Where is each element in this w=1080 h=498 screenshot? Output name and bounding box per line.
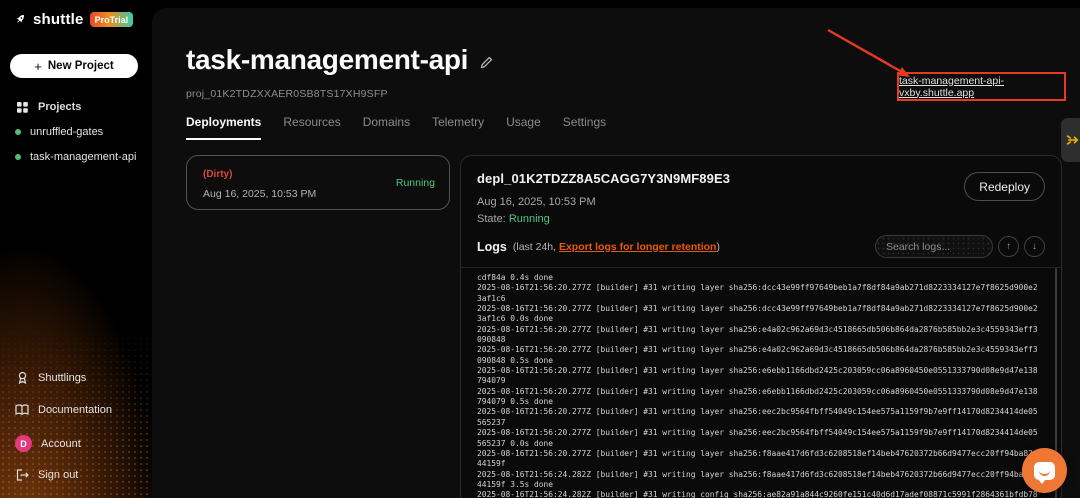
logs-note-prefix: (last 24h, bbox=[513, 241, 559, 253]
sparkle-arrow-icon bbox=[1066, 133, 1080, 147]
brand-name: shuttle bbox=[33, 11, 84, 28]
tab-domains[interactable]: Domains bbox=[363, 115, 410, 140]
sidebar-project-unruffled-gates[interactable]: unruffled-gates bbox=[15, 126, 103, 138]
sidebar-project-task-management-api[interactable]: task-management-api bbox=[15, 151, 136, 163]
app-url-annotation-box: task-management-api-vxby.shuttle.app bbox=[897, 72, 1066, 101]
deployment-state: Running bbox=[396, 177, 435, 189]
sidebar-item-signout[interactable]: Sign out bbox=[15, 469, 78, 481]
grid-icon bbox=[15, 102, 29, 113]
tab-deployments[interactable]: Deployments bbox=[186, 115, 261, 140]
tab-usage[interactable]: Usage bbox=[506, 115, 541, 140]
chat-launcher-button[interactable] bbox=[1022, 448, 1067, 493]
account-label: Account bbox=[41, 438, 81, 450]
log-line: 2025-08-16T21:56:20.277Z [builder] #31 w… bbox=[477, 387, 1040, 408]
tab-telemetry[interactable]: Telemetry bbox=[432, 115, 484, 140]
sidebar-item-shuttlings[interactable]: Shuttlings bbox=[15, 371, 86, 385]
logs-header-row: Logs (last 24h, Export logs for longer r… bbox=[477, 235, 1045, 258]
deployment-date: Aug 16, 2025, 10:53 PM bbox=[203, 188, 316, 200]
project-id: proj_01K2TDZXXAER0SB8TS17XH9SFP bbox=[186, 88, 388, 100]
log-line: 2025-08-16T21:56:20.277Z [builder] #31 w… bbox=[477, 283, 1040, 304]
page-title-row: task-management-api bbox=[186, 44, 493, 76]
scroll-bottom-button[interactable]: ↓ bbox=[1024, 236, 1045, 257]
dirty-badge: (Dirty) bbox=[203, 169, 232, 180]
account-avatar: D bbox=[15, 435, 32, 452]
project-name: unruffled-gates bbox=[30, 126, 103, 138]
deployment-detail-state: State: Running bbox=[477, 213, 1045, 225]
book-icon bbox=[15, 404, 29, 416]
log-line: 2025-08-16T21:56:20.277Z [builder] #31 w… bbox=[477, 449, 1040, 470]
deployment-detail-date: Aug 16, 2025, 10:53 PM bbox=[477, 196, 1045, 208]
whats-new-widget[interactable] bbox=[1061, 118, 1080, 162]
page-title: task-management-api bbox=[186, 44, 468, 76]
medal-icon bbox=[15, 371, 29, 385]
deployment-list-item[interactable]: (Dirty) Aug 16, 2025, 10:53 PM Running bbox=[186, 155, 450, 210]
brand: shuttle ProTrial bbox=[13, 10, 133, 29]
logs-note: (last 24h, Export logs for longer retent… bbox=[513, 241, 720, 253]
deployment-id: depl_01K2TDZZ8A5CAGG7Y3N9MF89E3 bbox=[477, 171, 1045, 186]
rocket-logo-icon bbox=[13, 10, 27, 29]
log-line: 2025-08-16T21:56:20.277Z [builder] #31 w… bbox=[477, 325, 1040, 346]
log-line: 2025-08-16T21:56:24.282Z [builder] #31 w… bbox=[477, 470, 1040, 491]
deployment-detail-card: depl_01K2TDZZ8A5CAGG7Y3N9MF89E3 Redeploy… bbox=[460, 155, 1062, 498]
sign-out-icon bbox=[15, 469, 29, 481]
main-panel: task-management-api proj_01K2TDZXXAER0SB… bbox=[152, 8, 1080, 498]
redeploy-button[interactable]: Redeploy bbox=[964, 172, 1045, 201]
log-line: 2025-08-16T21:56:20.277Z [builder] #31 w… bbox=[477, 345, 1040, 366]
new-project-button[interactable]: + New Project bbox=[10, 54, 138, 78]
tab-resources[interactable]: Resources bbox=[283, 115, 340, 140]
protrial-badge: ProTrial bbox=[90, 12, 134, 27]
logs-tools: ↑ ↓ bbox=[875, 235, 1045, 258]
shuttlings-label: Shuttlings bbox=[38, 372, 86, 384]
sidebar-item-documentation[interactable]: Documentation bbox=[15, 404, 112, 416]
log-output[interactable]: cdf84a 0.4s done 2025-08-16T21:56:20.277… bbox=[461, 268, 1040, 498]
sidebar-item-projects[interactable]: Projects bbox=[15, 101, 81, 113]
edit-title-icon[interactable] bbox=[480, 56, 493, 69]
tab-settings[interactable]: Settings bbox=[563, 115, 606, 140]
app-url-link[interactable]: task-management-api-vxby.shuttle.app bbox=[899, 75, 1064, 99]
shuttle-console: shuttle ProTrial + New Project Projects … bbox=[0, 0, 1080, 498]
new-project-label: New Project bbox=[48, 60, 114, 72]
project-tabs: Deployments Resources Domains Telemetry … bbox=[186, 115, 606, 140]
documentation-label: Documentation bbox=[38, 404, 112, 416]
status-dot bbox=[15, 154, 21, 160]
projects-label: Projects bbox=[38, 101, 81, 113]
log-line: 2025-08-16T21:56:24.282Z [builder] #31 w… bbox=[477, 490, 1040, 498]
log-line: 2025-08-16T21:56:20.277Z [builder] #31 w… bbox=[477, 304, 1040, 325]
log-line: cdf84a 0.4s done bbox=[477, 273, 1040, 283]
scroll-top-button[interactable]: ↑ bbox=[998, 236, 1019, 257]
chat-icon bbox=[1034, 462, 1055, 480]
plus-icon: + bbox=[34, 59, 42, 74]
state-value: Running bbox=[509, 213, 550, 225]
log-line: 2025-08-16T21:56:20.277Z [builder] #31 w… bbox=[477, 428, 1040, 449]
export-logs-link[interactable]: Export logs for longer retention bbox=[559, 241, 717, 253]
sidebar: shuttle ProTrial + New Project Projects … bbox=[0, 0, 152, 498]
log-line: 2025-08-16T21:56:20.277Z [builder] #31 w… bbox=[477, 366, 1040, 387]
status-dot bbox=[15, 129, 21, 135]
search-logs-input[interactable] bbox=[875, 235, 993, 258]
sidebar-item-account[interactable]: D Account bbox=[15, 435, 81, 452]
log-line: 2025-08-16T21:56:20.277Z [builder] #31 w… bbox=[477, 407, 1040, 428]
logs-label: Logs bbox=[477, 240, 507, 254]
state-label: State: bbox=[477, 213, 506, 225]
logs-note-suffix: ) bbox=[716, 241, 720, 253]
project-name: task-management-api bbox=[30, 151, 136, 163]
signout-label: Sign out bbox=[38, 469, 78, 481]
